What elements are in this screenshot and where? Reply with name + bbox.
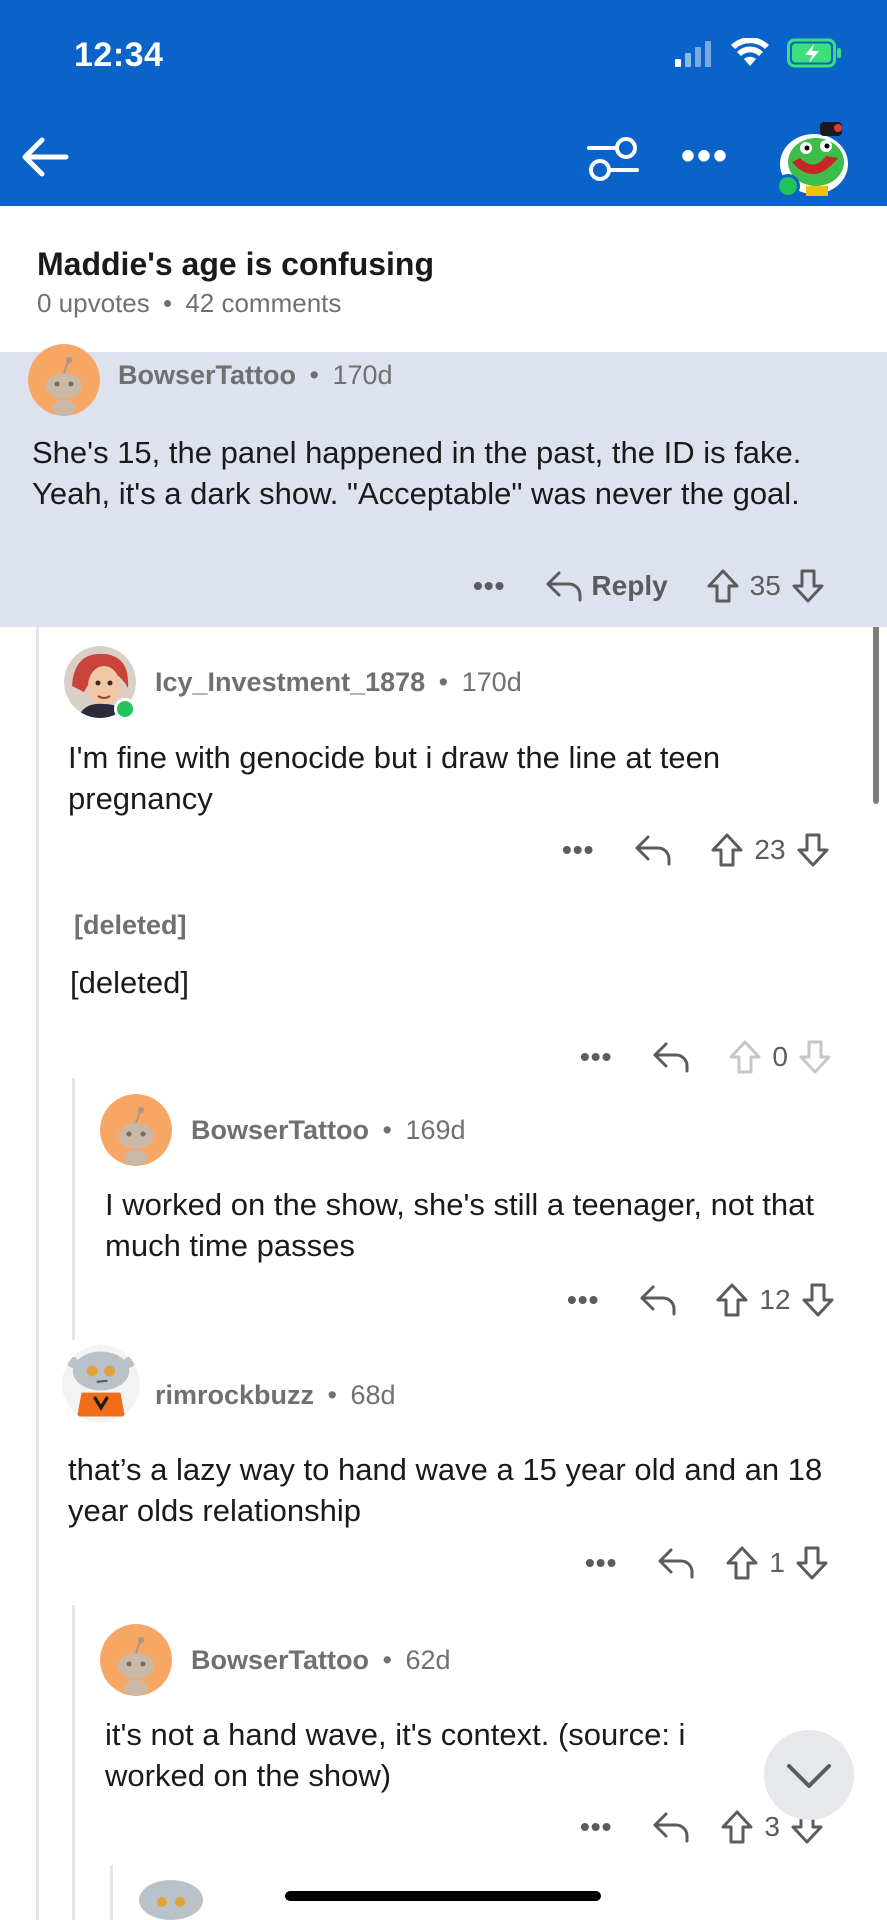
comment-username[interactable]: rimrockbuzz • 68d	[155, 1380, 396, 1411]
upvote-icon[interactable]	[710, 832, 744, 868]
comment-username[interactable]: BowserTattoo • 169d	[191, 1115, 466, 1146]
comment: rimrockbuzz • 68d that’s a lazy way to h…	[0, 1345, 887, 1610]
vote-control: 0	[728, 1039, 832, 1075]
thread-line[interactable]	[110, 1865, 113, 1920]
separator-dot: •	[155, 288, 180, 318]
more-icon[interactable]: •••	[585, 1547, 617, 1579]
comment-age: 62d	[405, 1645, 451, 1675]
comment-username[interactable]: Icy_Investment_1878 • 170d	[155, 667, 522, 698]
post-upvotes: 0 upvotes	[37, 288, 150, 318]
downvote-icon[interactable]	[796, 832, 830, 868]
comment-username: [deleted]	[74, 910, 187, 940]
snoo-avatar[interactable]	[100, 1094, 172, 1166]
battery-icon	[787, 38, 841, 68]
comment: [deleted] [deleted] ••• 0	[0, 880, 887, 1074]
vote-count: 35	[749, 570, 781, 601]
comment-age: 170d	[332, 360, 393, 390]
comment-username[interactable]: BowserTattoo • 170d	[118, 360, 393, 391]
app-bar: •••	[0, 108, 887, 206]
comment-body: it's not a hand wave, it's context. (sou…	[105, 1717, 686, 1793]
vote-count: 23	[754, 834, 786, 865]
upvote-icon[interactable]	[725, 1545, 759, 1581]
snoo-avatar[interactable]	[62, 1345, 140, 1423]
comment-username[interactable]: BowserTattoo • 62d	[191, 1645, 451, 1676]
snoo-avatar[interactable]	[28, 344, 100, 416]
upvote-icon[interactable]	[720, 1809, 754, 1845]
reply-icon[interactable]	[639, 1283, 677, 1317]
more-icon[interactable]: •••	[580, 1041, 612, 1073]
comment-body: I'm fine with genocide but i draw the li…	[68, 740, 721, 816]
comment-body: I worked on the show, she's still a teen…	[105, 1187, 815, 1263]
downvote-icon[interactable]	[801, 1282, 835, 1318]
post-title: Maddie's age is confusing	[37, 246, 435, 282]
more-icon[interactable]: •••	[580, 1811, 612, 1843]
more-icon[interactable]: •••	[567, 1284, 599, 1316]
comment-actions: ••• 12	[567, 1278, 835, 1322]
post-meta: 0 upvotes • 42 comments	[37, 288, 341, 319]
downvote-icon[interactable]	[791, 568, 825, 604]
reply-icon[interactable]	[652, 1040, 690, 1074]
system-icons	[673, 38, 843, 68]
status-time: 12:34	[74, 36, 164, 74]
wifi-icon	[731, 38, 769, 66]
comment-actions: ••• 23	[562, 828, 830, 872]
downvote-icon[interactable]	[795, 1545, 829, 1581]
next-comment-button[interactable]	[764, 1730, 854, 1820]
comment-body: that’s a lazy way to hand wave a 15 year…	[68, 1452, 823, 1528]
comment-age: 170d	[461, 667, 522, 697]
comment-actions: ••• Reply 35	[473, 564, 825, 608]
more-icon[interactable]: •••	[680, 134, 730, 184]
comment-body: She's 15, the panel happened in the past…	[32, 435, 802, 511]
comment: BowserTattoo • 169d I worked on the show…	[0, 1080, 887, 1350]
reply-icon[interactable]	[634, 833, 672, 867]
reply-button[interactable]: Reply	[591, 570, 667, 602]
back-arrow-icon[interactable]	[18, 130, 72, 184]
snoo-avatar[interactable]	[132, 1874, 210, 1920]
status-bar: 12:34	[0, 0, 887, 108]
comment-actions: ••• 1	[585, 1541, 829, 1585]
post-comment-count: 42 comments	[185, 288, 342, 318]
signal-icon	[675, 41, 711, 67]
vote-control: 35	[706, 568, 825, 604]
more-icon[interactable]: •••	[562, 834, 594, 866]
vote-control: 12	[715, 1282, 834, 1318]
reply-icon[interactable]	[657, 1546, 695, 1580]
online-status-dot	[114, 698, 136, 720]
vote-count: 12	[759, 1284, 791, 1315]
comment: BowserTattoo • 170d She's 15, the panel …	[0, 344, 887, 627]
post-header: Maddie's age is confusing 0 upvotes • 42…	[0, 206, 887, 352]
comment-age: 68d	[350, 1380, 396, 1410]
chevron-down-icon	[787, 1764, 831, 1788]
comment-actions: ••• 0	[580, 1035, 832, 1079]
filter-icon[interactable]	[585, 134, 641, 184]
vote-control: 1	[725, 1545, 829, 1581]
online-status-dot	[776, 174, 800, 198]
reply-icon[interactable]	[545, 569, 583, 603]
vote-count: 0	[772, 1041, 788, 1072]
comment: Icy_Investment_1878 • 170d I'm fine with…	[0, 627, 887, 867]
snoo-avatar[interactable]	[100, 1624, 172, 1696]
vote-control: 23	[710, 832, 829, 868]
upvote-icon[interactable]	[728, 1039, 762, 1075]
home-indicator[interactable]	[285, 1891, 601, 1901]
comment: BowserTattoo • 62d it's not a hand wave,…	[0, 1610, 887, 1870]
reply-icon[interactable]	[652, 1810, 690, 1844]
more-icon[interactable]: •••	[473, 570, 505, 602]
comment-body: [deleted]	[70, 965, 189, 1000]
comment-age: 169d	[405, 1115, 466, 1145]
upvote-icon[interactable]	[706, 568, 740, 604]
vote-count: 1	[769, 1547, 785, 1578]
downvote-icon[interactable]	[798, 1039, 832, 1075]
upvote-icon[interactable]	[715, 1282, 749, 1318]
